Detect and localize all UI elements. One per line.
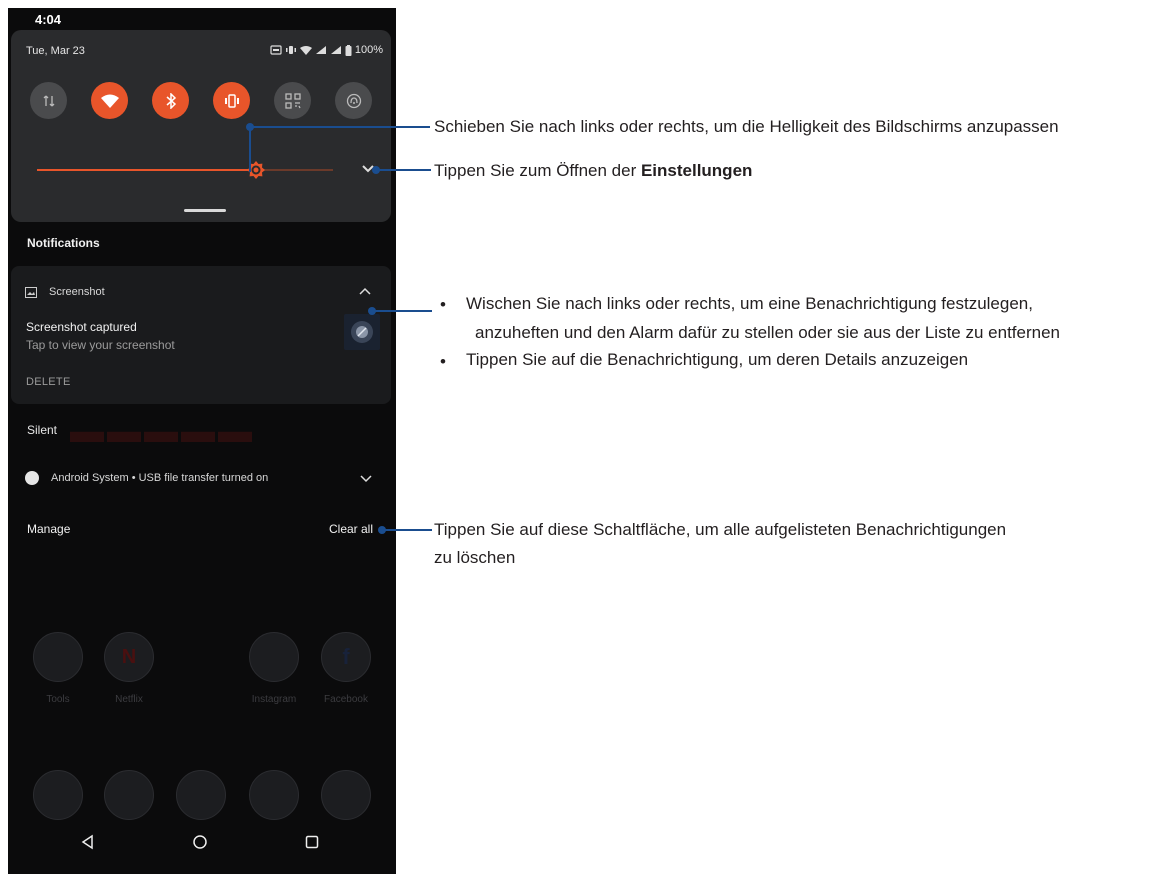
volte-icon: [315, 46, 326, 54]
tap-details-callout-text: Tippen Sie auf die Benachrichtigung, um …: [466, 350, 969, 369]
app-label: Tools: [46, 694, 70, 705]
android-system-text: Android System • USB file transfer turne…: [51, 472, 269, 484]
notification-subtitle: Tap to view your screenshot: [26, 338, 175, 352]
data-saver-icon: [270, 45, 282, 55]
app-label: Netflix: [115, 694, 143, 705]
instagram-icon: [249, 632, 299, 682]
app-netflix[interactable]: N Netflix: [102, 632, 156, 705]
drag-handle[interactable]: [184, 209, 226, 212]
notification-app-name: Screenshot: [49, 286, 105, 298]
recents-icon[interactable]: [304, 834, 320, 850]
expand-chevron-icon[interactable]: [359, 474, 373, 484]
notifications-header: Notifications: [27, 236, 100, 250]
tools-icon: [33, 632, 83, 682]
brightness-callout-line: [249, 126, 430, 128]
swipe-callout-line: [372, 310, 432, 312]
brightness-track-empty: [263, 169, 333, 171]
clear-callout-line: [382, 529, 432, 531]
chrome-icon: [249, 770, 299, 820]
phone-screen: 4:04 Tue, Mar 23 100% Notifications Scre…: [8, 8, 396, 874]
app-chrome[interactable]: [247, 770, 301, 820]
android-system-icon: [25, 471, 39, 485]
nfc-icon: [346, 93, 361, 108]
nfc-tile[interactable]: [335, 82, 372, 119]
swipe-callout-line1: Wischen Sie nach links oder rechts, um e…: [466, 294, 1033, 313]
bullet-2: •: [440, 352, 446, 371]
silent-header: Silent: [27, 423, 58, 437]
brightness-callout-text: Schieben Sie nach links oder rechts, um …: [434, 117, 1059, 136]
thumbnail-image: [344, 314, 380, 350]
back-icon[interactable]: [80, 834, 96, 850]
settings-callout-bold: Einstellungen: [640, 161, 753, 180]
manage-button[interactable]: Manage: [27, 522, 70, 536]
qs-date: Tue, Mar 23: [26, 45, 85, 57]
navigation-bar: [8, 818, 396, 866]
qr-scanner-tile[interactable]: [274, 82, 311, 119]
clear-all-button[interactable]: Clear all: [329, 522, 373, 536]
app-facebook[interactable]: f Facebook: [319, 632, 373, 705]
bluetooth-icon: [166, 92, 176, 109]
swipe-callout-line2: anzuheften und den Alarm dafür zu stelle…: [475, 323, 1060, 342]
settings-callout-prefix: Tippen Sie zum Öffnen der: [434, 161, 641, 180]
netflix-icon: N: [104, 632, 154, 682]
phone-icon: [33, 770, 83, 820]
wifi-status-icon: [299, 46, 312, 55]
collapse-chevron-icon[interactable]: [358, 286, 372, 296]
app-tools[interactable]: Tools: [31, 632, 85, 705]
bullet-1: •: [440, 295, 446, 314]
home-icon[interactable]: [192, 834, 208, 850]
app-phone[interactable]: [31, 770, 85, 820]
app-label: Instagram: [251, 694, 297, 705]
signal-icon: [330, 46, 341, 54]
vibrate-tile[interactable]: [213, 82, 250, 119]
vibrate-status-icon: [285, 46, 296, 54]
app-armoury[interactable]: [174, 770, 228, 820]
armoury-icon: [176, 770, 226, 820]
qs-status-icons: 100%: [270, 44, 383, 56]
screenshot-notification[interactable]: Screenshot Screenshot captured Tap to vi…: [11, 266, 391, 404]
battery-percent: 100%: [354, 44, 383, 56]
wallpaper-art: ▬▬▬▬▬: [70, 412, 255, 450]
status-time: 4:04: [35, 12, 62, 27]
wifi-icon: [100, 94, 119, 108]
settings-callout-text: Tippen Sie zum Öffnen der Einstellungen: [434, 160, 752, 181]
app-instagram[interactable]: Instagram: [247, 632, 301, 705]
settings-callout-line: [376, 169, 431, 171]
screenshot-thumbnail[interactable]: [344, 314, 380, 350]
battery-icon: [345, 44, 352, 56]
qr-code-icon: [284, 92, 301, 109]
facebook-icon: f: [321, 632, 371, 682]
screenshot-app-icon: [25, 287, 37, 298]
android-system-notification[interactable]: Android System • USB file transfer turne…: [11, 462, 391, 498]
clear-callout-line1: Tippen Sie auf diese Schaltfläche, um al…: [434, 520, 1007, 539]
camera-icon: [321, 770, 371, 820]
clear-callout-line2: zu löschen: [434, 548, 516, 567]
app-camera[interactable]: [319, 770, 373, 820]
delete-action-button[interactable]: DELETE: [26, 376, 71, 388]
brightness-track-filled: [37, 169, 253, 171]
app-label: Facebook: [324, 694, 368, 705]
mobile-data-icon: [43, 95, 54, 106]
wifi-tile[interactable]: [91, 82, 128, 119]
bluetooth-tile[interactable]: [152, 82, 189, 119]
vibrate-icon: [224, 93, 239, 108]
notification-title: Screenshot captured: [26, 320, 137, 334]
brightness-callout-vline: [249, 126, 251, 172]
app-messages[interactable]: [102, 770, 156, 820]
mobile-data-tile[interactable]: [30, 82, 67, 119]
messages-icon: [104, 770, 154, 820]
